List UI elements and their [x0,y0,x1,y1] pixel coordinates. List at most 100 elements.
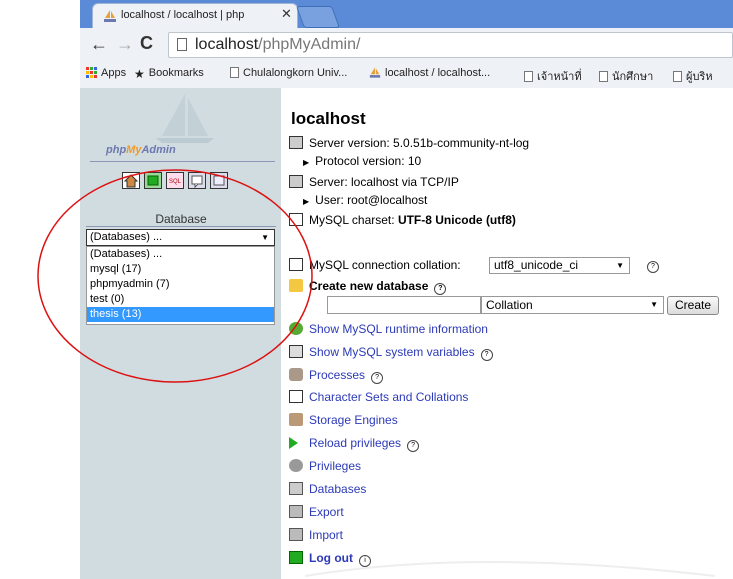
star-icon: ★ [134,67,145,81]
link-reload-privileges[interactable]: Reload privileges? [289,436,420,452]
sailboat-favicon-icon [104,10,116,22]
tab-title: localhost / localhost | php [121,9,245,21]
help-hint-icon[interactable]: ? [371,372,384,384]
link-system-variables[interactable]: Show MySQL system variables? [289,345,493,361]
server-row: Server: localhost via TCP/IP [289,175,459,189]
reload-icon[interactable]: C [140,33,153,54]
link-storage-engines[interactable]: Storage Engines [289,413,398,427]
link-privileges[interactable]: Privileges [289,459,361,473]
page-icon [177,38,187,51]
sailboat-favicon-icon [369,67,381,78]
bookmark-chulalongkorn[interactable]: Chulalongkorn Univ... [230,67,347,79]
create-button[interactable]: Create [667,296,719,315]
chevron-down-icon: ▼ [650,300,658,309]
collation-select-value: utf8_unicode_ci [494,258,579,272]
collation-select[interactable]: utf8_unicode_ci ▼ [489,257,630,274]
import-icon [289,528,303,541]
url-host: localhost [195,36,259,53]
page-icon [599,71,608,82]
new-database-name-input[interactable] [327,296,481,314]
bookmark-label: localhost / localhost... [385,67,491,79]
forward-arrow-icon[interactable]: → [116,34,134,55]
link-label: Databases [309,482,367,496]
link-label: Export [309,505,344,519]
new-database-collation-select[interactable]: Collation ▼ [481,296,664,314]
link-charsets[interactable]: Character Sets and Collations [289,390,468,404]
bookmarks-bar: Apps ★ Bookmarks Chulalongkorn Univ... lo… [80,62,733,89]
new-database-collation-value: Collation [486,298,533,312]
link-export[interactable]: Export [289,505,344,519]
user-text: User: root@localhost [315,193,428,207]
bullet-triangle-icon: ▶ [303,158,310,167]
logo-php: php [106,144,127,156]
link-label: Log out [309,551,353,565]
charset-label: MySQL charset: [309,213,395,227]
divider [90,161,275,162]
page-icon [230,67,239,78]
apps-grid-icon [86,67,97,78]
logo-admin: Admin [141,144,176,156]
new-tab-button[interactable] [295,6,341,28]
logo-my: My [126,144,142,156]
server-text: Server: localhost via TCP/IP [309,175,459,189]
back-arrow-icon[interactable]: ← [90,34,108,55]
link-import[interactable]: Import [289,528,343,542]
link-label: Show MySQL runtime information [309,322,488,336]
address-bar[interactable]: localhost/phpMyAdmin/ [168,32,733,58]
phpmyadmin-logo[interactable]: phpMyAdmin [106,144,176,156]
browser-tab[interactable]: localhost / localhost | php ✕ [92,3,298,28]
databases-icon [289,482,303,495]
bookmark-executives[interactable]: ผู้บริห [673,67,713,85]
link-logout[interactable]: Log out i [289,551,371,567]
bookmark-students[interactable]: นักศึกษา [599,67,653,85]
link-label: Processes [309,368,366,382]
link-label: Storage Engines [309,413,398,427]
bookmark-label: เจ้าหน้าที่ [537,71,582,83]
url-text: localhost/phpMyAdmin/ [195,36,360,54]
protocol-version-row: ▶ Protocol version: 10 [289,154,421,168]
link-label: Character Sets and Collations [309,390,469,404]
bookmark-localhost[interactable]: localhost / localhost... [369,67,490,79]
page-icon [673,71,682,82]
export-icon [289,505,303,518]
browser-toolbar: ← → C localhost/phpMyAdmin/ [80,28,733,62]
charset-row: MySQL charset: UTF-8 Unicode (utf8) [289,213,516,227]
bookmark-label: นักศึกษา [612,71,654,83]
page-title: localhost [291,109,366,128]
create-database-label: Create new database [309,279,429,293]
charset-value: UTF-8 Unicode (utf8) [397,213,516,227]
help-hint-icon[interactable]: ? [480,349,493,361]
link-runtime-info[interactable]: Show MySQL runtime information [289,322,488,336]
bookmark-label: Apps [101,67,127,79]
link-label: Show MySQL system variables [309,345,475,359]
bookmark-staff[interactable]: เจ้าหน้าที่ [524,67,582,85]
link-label: Reload privileges [309,436,402,450]
bookmark-label: Chulalongkorn Univ... [243,67,348,79]
bookmark-apps[interactable]: Apps [86,67,126,79]
bookmark-label: Bookmarks [148,67,204,79]
help-hint-icon[interactable]: ? [434,283,447,295]
tab-close-icon[interactable]: ✕ [281,6,292,22]
engines-icon [289,413,303,426]
bookmark-label: ผู้บริห [686,71,713,83]
link-databases[interactable]: Databases [289,482,366,496]
reload-arrow-icon [289,437,298,449]
info-hint-icon[interactable]: i [358,555,371,567]
bookmark-bookmarks[interactable]: ★ Bookmarks [134,67,204,81]
collation-row: MySQL connection collation: [289,258,461,272]
link-label: Privileges [309,459,362,473]
help-hint-icon[interactable]: ? [647,261,659,273]
help-hint-icon[interactable]: ? [407,440,420,452]
collation-label: MySQL connection collation: [309,258,461,272]
url-path: /phpMyAdmin/ [258,36,361,53]
link-label: Import [309,528,344,542]
server-version-text: Server version: 5.0.51b-community-nt-log [309,136,530,150]
main-content-frame: localhost Server version: 5.0.51b-commun… [281,88,733,579]
logout-icon [289,551,303,564]
privileges-icon [289,459,303,472]
server-version-row: Server version: 5.0.51b-community-nt-log [289,136,529,150]
charset-icon [289,390,303,403]
protocol-version-text: Protocol version: 10 [315,154,422,168]
server-icon [289,136,303,149]
red-annotation-ellipse [37,169,313,383]
